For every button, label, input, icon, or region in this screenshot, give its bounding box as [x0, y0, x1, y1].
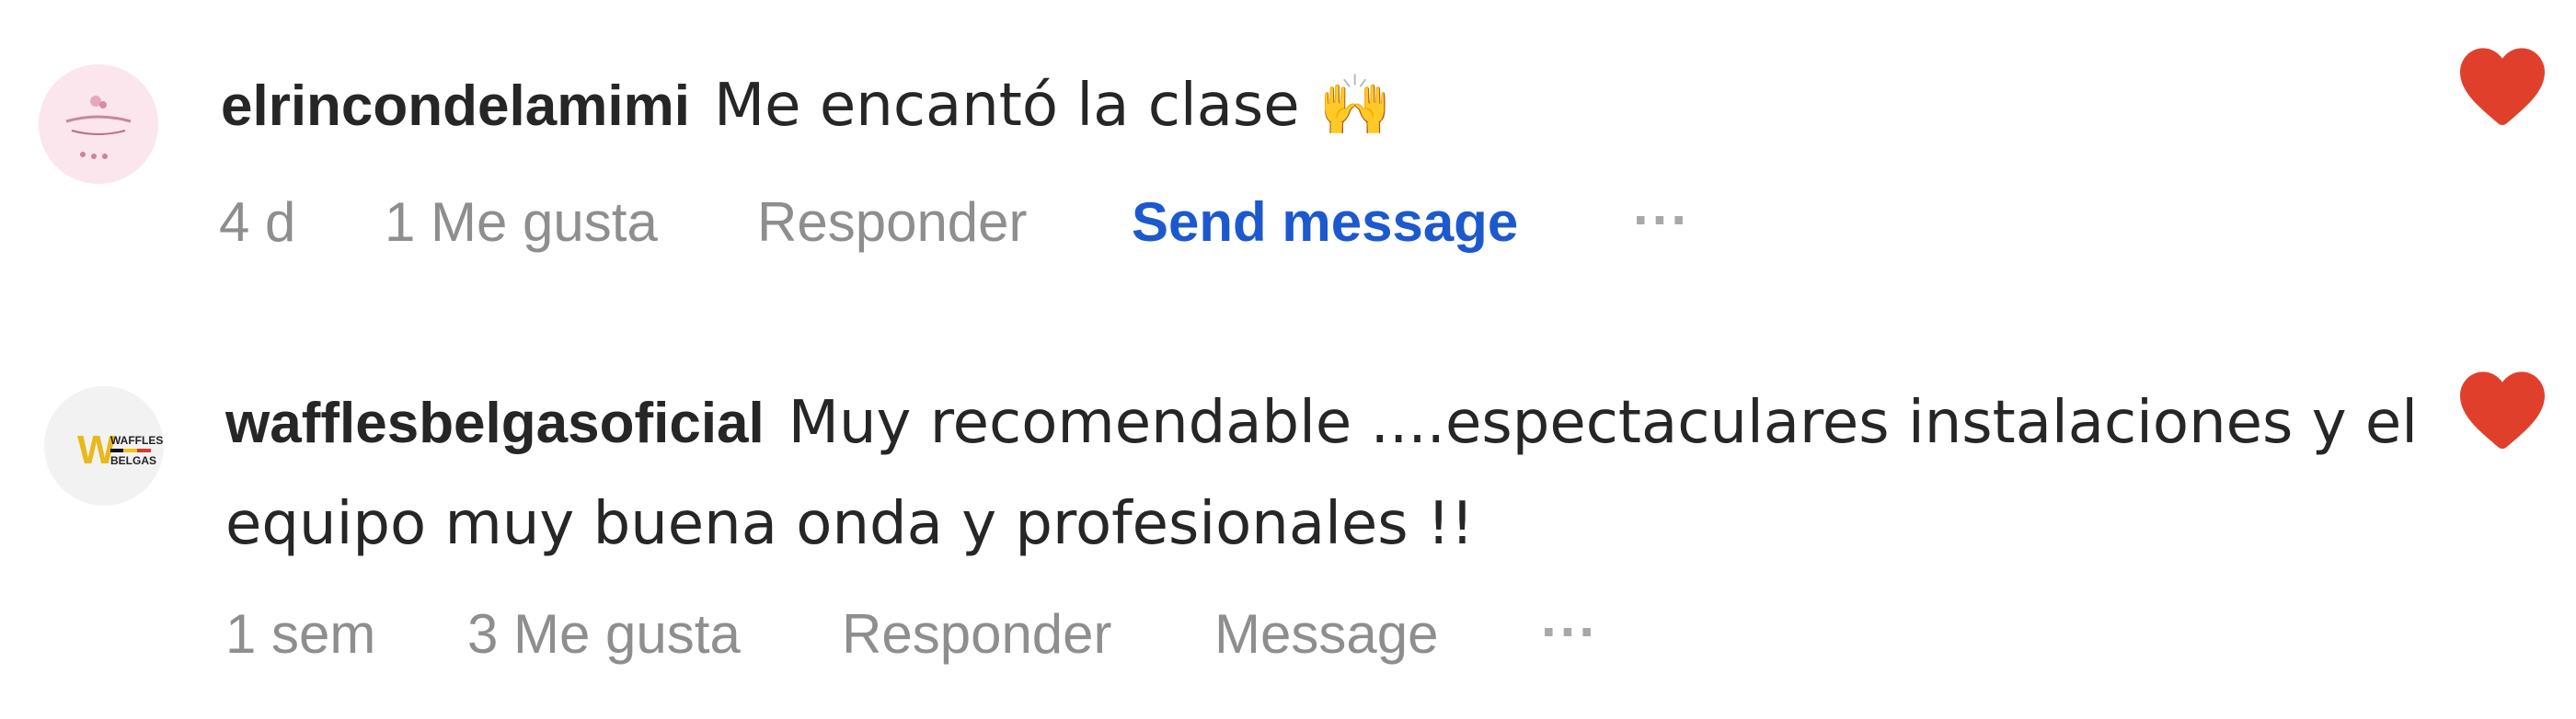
svg-text:BELGAS: BELGAS — [110, 454, 156, 467]
comment-likes[interactable]: 1 Me gusta — [385, 186, 658, 259]
comment-time[interactable]: 4 d — [219, 186, 295, 259]
message-button[interactable]: Message — [1214, 598, 1438, 671]
comment-item: elrincondelamimi Me encantó la clase 🙌 4 … — [0, 0, 2576, 303]
avatar[interactable] — [39, 64, 158, 184]
svg-text:WAFFLES: WAFFLES — [110, 434, 163, 447]
comment-text-line: elrincondelamimi Me encantó la clase 🙌 — [221, 55, 1392, 157]
more-options-icon[interactable]: ... — [1541, 581, 1598, 655]
heart-icon[interactable] — [2458, 46, 2547, 127]
comment-text-line: equipo muy buena onda y profesionales !! — [225, 474, 1474, 575]
comment-text: equipo muy buena onda y profesionales !! — [225, 490, 1475, 558]
comment-likes[interactable]: 3 Me gusta — [467, 598, 741, 671]
send-message-button[interactable]: Send message — [1132, 186, 1518, 259]
comment-item: W WAFFLES BELGAS wafflesbelgasoficial Muy… — [0, 322, 2576, 719]
reply-button[interactable]: Responder — [757, 186, 1028, 259]
avatar-image — [39, 64, 158, 184]
more-options-icon[interactable]: ... — [1633, 169, 1690, 243]
comment-username[interactable]: elrincondelamimi — [221, 74, 690, 138]
heart-icon[interactable] — [2458, 370, 2547, 451]
comment-username[interactable]: wafflesbelgasoficial — [225, 392, 765, 455]
comment-time[interactable]: 1 sem — [225, 598, 375, 671]
reply-button[interactable]: Responder — [842, 598, 1112, 671]
avatar[interactable]: W WAFFLES BELGAS — [44, 386, 164, 506]
avatar-image: W WAFFLES BELGAS — [44, 386, 164, 506]
comment-text: Muy recomendable ....espectaculares inst… — [788, 389, 2419, 457]
comment-text-line: wafflesbelgasoficial Muy recomendable ...… — [225, 372, 2418, 474]
comment-text: Me encantó la clase 🙌 — [713, 72, 1392, 140]
